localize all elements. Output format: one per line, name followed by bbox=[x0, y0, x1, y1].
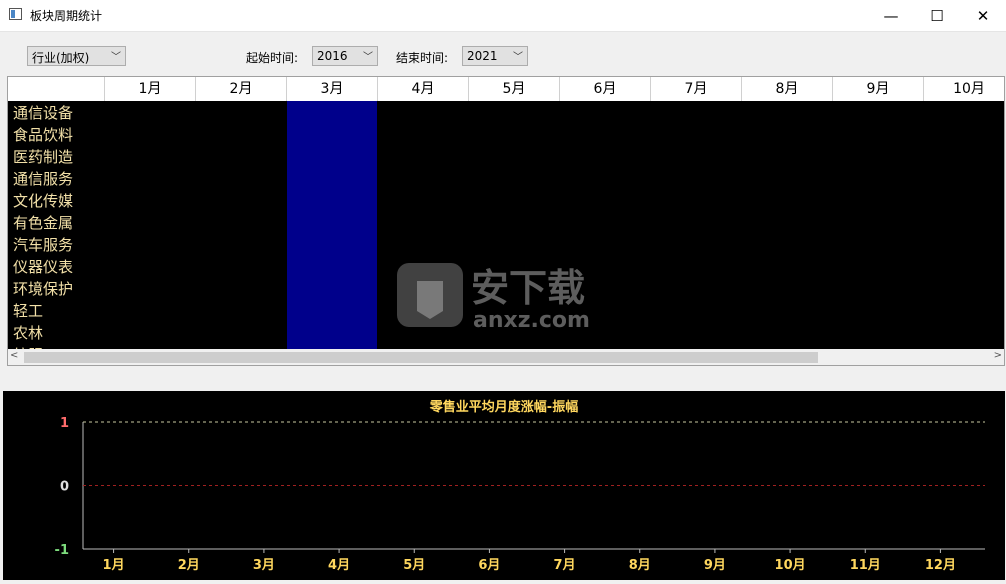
end-year-value: 2021 bbox=[467, 49, 498, 63]
end-time-label: 结束时间: bbox=[396, 51, 449, 65]
window-title: 板块周期统计 bbox=[30, 9, 103, 23]
chevron-down-icon: ﹀ bbox=[363, 52, 373, 63]
close-button[interactable]: ✕ bbox=[960, 0, 1006, 31]
grid-header: 1月 2月 3月 4月 5月 6月 7月 8月 9月 10月 bbox=[8, 77, 1004, 101]
x-tick-label: 7月 bbox=[554, 558, 576, 573]
toolbar: 行业(加权) ﹀ 起始时间: 2016 ﹀ 结束时间: 2021 ﹀ bbox=[0, 32, 1006, 76]
sector-row-label[interactable]: 有色金属 bbox=[13, 212, 73, 233]
month-header[interactable]: 4月 bbox=[377, 77, 468, 101]
category-select[interactable]: 行业(加权) ﹀ bbox=[27, 46, 126, 66]
month-header[interactable]: 5月 bbox=[468, 77, 559, 101]
sector-row-label[interactable]: 轻工 bbox=[13, 300, 43, 321]
x-tick-label: 6月 bbox=[478, 558, 500, 573]
chevron-down-icon: ﹀ bbox=[513, 52, 523, 63]
scrollbar-thumb[interactable] bbox=[24, 352, 818, 363]
x-tick-label: 4月 bbox=[328, 558, 350, 573]
sector-row-label[interactable]: 仪器仪表 bbox=[13, 256, 73, 277]
category-select-value: 行业(加权) bbox=[32, 51, 90, 65]
app-icon bbox=[9, 8, 22, 20]
sector-row-label[interactable]: 通信设备 bbox=[13, 102, 73, 123]
watermark-sub: anxz.com bbox=[473, 308, 590, 333]
x-tick-label: 11月 bbox=[850, 558, 881, 573]
end-year-select[interactable]: 2021 ﹀ bbox=[462, 46, 528, 66]
chart-title: 零售业平均月度涨幅-振幅 bbox=[429, 399, 578, 415]
sector-row-label[interactable]: 通信服务 bbox=[13, 168, 73, 189]
y-tick-label: -1 bbox=[55, 543, 69, 558]
sector-row-label[interactable]: 环境保护 bbox=[13, 278, 73, 299]
month-header[interactable]: 6月 bbox=[559, 77, 650, 101]
x-tick-label: 12月 bbox=[925, 558, 956, 573]
x-tick-label: 2月 bbox=[178, 558, 200, 573]
watermark-text: 安下载 bbox=[471, 266, 585, 310]
scroll-right-icon[interactable]: > bbox=[994, 350, 1002, 361]
title-bar: 板块周期统计 — ☐ ✕ bbox=[0, 0, 1006, 32]
y-tick-label: 1 bbox=[60, 416, 69, 431]
start-year-select[interactable]: 2016 ﹀ bbox=[312, 46, 378, 66]
sector-row-label[interactable]: 食品饮料 bbox=[13, 124, 73, 145]
month-header[interactable]: 1月 bbox=[104, 77, 195, 101]
month-header[interactable]: 3月 bbox=[286, 77, 377, 101]
sector-row-label[interactable]: 汽车服务 bbox=[13, 234, 73, 255]
x-tick-label: 1月 bbox=[103, 558, 125, 573]
month-header[interactable]: 9月 bbox=[832, 77, 923, 101]
month-header[interactable]: 10月 bbox=[923, 77, 1004, 101]
month-header[interactable]: 2月 bbox=[195, 77, 286, 101]
x-tick-label: 10月 bbox=[775, 558, 806, 573]
start-year-value: 2016 bbox=[317, 49, 348, 63]
month-header[interactable]: 8月 bbox=[741, 77, 832, 101]
x-tick-label: 3月 bbox=[253, 558, 275, 573]
month-header[interactable]: 7月 bbox=[650, 77, 741, 101]
watermark: 安下载 anxz.com bbox=[397, 263, 590, 333]
shield-icon bbox=[417, 281, 443, 319]
scroll-left-icon[interactable]: < bbox=[10, 350, 18, 361]
x-tick-label: 8月 bbox=[629, 558, 651, 573]
start-time-label: 起始时间: bbox=[246, 51, 299, 65]
x-tick-label: 9月 bbox=[704, 558, 726, 573]
sector-row-label[interactable]: 医药制造 bbox=[13, 146, 73, 167]
sector-row-label[interactable]: 文化传媒 bbox=[13, 190, 73, 211]
horizontal-scrollbar[interactable]: < > bbox=[8, 349, 1004, 365]
maximize-button[interactable]: ☐ bbox=[914, 0, 960, 31]
selected-column-highlight bbox=[287, 101, 377, 349]
grid-corner bbox=[8, 77, 104, 101]
y-tick-label: 0 bbox=[60, 480, 69, 495]
x-tick-label: 5月 bbox=[403, 558, 425, 573]
chevron-down-icon: ﹀ bbox=[111, 52, 121, 63]
chart-panel: 零售业平均月度涨幅-振幅 1 0 -1 1月 2月 3月 4月 5月 6月 7月 8月 9月 10月 11月… bbox=[3, 391, 1005, 580]
sector-row-label[interactable]: 农林 bbox=[13, 322, 43, 343]
chart-svg: 零售业平均月度涨幅-振幅 1 0 -1 1月 2月 3月 4月 5月 6月 7月 8月 9月 10月 11月… bbox=[55, 399, 985, 573]
minimize-button[interactable]: — bbox=[868, 0, 914, 31]
